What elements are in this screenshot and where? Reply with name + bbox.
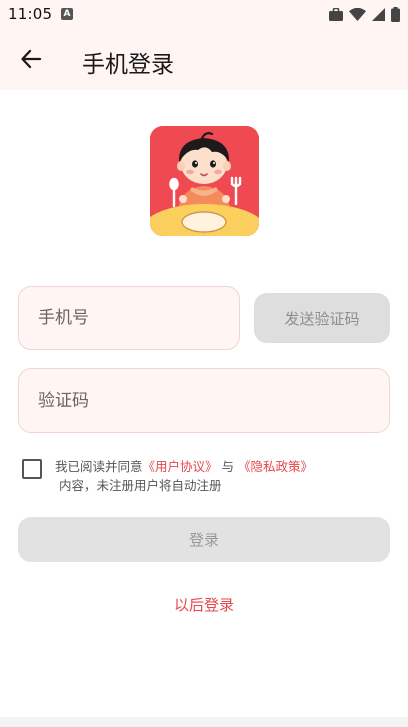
agreement-prefix: 我已阅读并同意 (55, 459, 143, 474)
verification-code-input[interactable] (19, 369, 389, 432)
status-icons (329, 6, 400, 22)
user-agreement-link[interactable]: 《用户协议》 (143, 459, 218, 474)
login-later-link[interactable]: 以后登录 (0, 594, 408, 615)
phone-field-container (18, 286, 240, 350)
child-at-dinner-table-icon (150, 126, 259, 236)
agreement-conjunction: 与 (217, 459, 238, 474)
agreement-suffix: 内容，未注册用户将自动注册 (59, 478, 222, 493)
phone-input[interactable] (19, 287, 239, 349)
notification-a-icon: A (61, 8, 73, 20)
navigation-bar (0, 717, 408, 727)
cellular-signal-icon (372, 7, 385, 21)
code-field-container (18, 368, 390, 433)
app-logo (150, 126, 259, 236)
battery-icon (391, 6, 400, 22)
back-button[interactable] (12, 40, 50, 78)
page-title: 手机登录 (82, 52, 174, 78)
app-bar: 手机登录 (0, 28, 408, 90)
wifi-icon (349, 7, 366, 21)
agreement-row: 我已阅读并同意《用户协议》 与 《隐私政策》 内容，未注册用户将自动注册 (22, 456, 392, 496)
agreement-checkbox[interactable] (22, 459, 42, 479)
send-code-button[interactable]: 发送验证码 (254, 293, 390, 343)
status-time: 11:05 (8, 5, 53, 23)
login-button[interactable]: 登录 (18, 517, 390, 562)
briefcase-icon (329, 7, 343, 21)
privacy-policy-link[interactable]: 《隐私政策》 (238, 459, 313, 474)
arrow-left-icon (21, 49, 42, 69)
status-bar: 11:05 A (0, 0, 408, 28)
agreement-text: 我已阅读并同意《用户协议》 与 《隐私政策》 内容，未注册用户将自动注册 (55, 457, 385, 495)
